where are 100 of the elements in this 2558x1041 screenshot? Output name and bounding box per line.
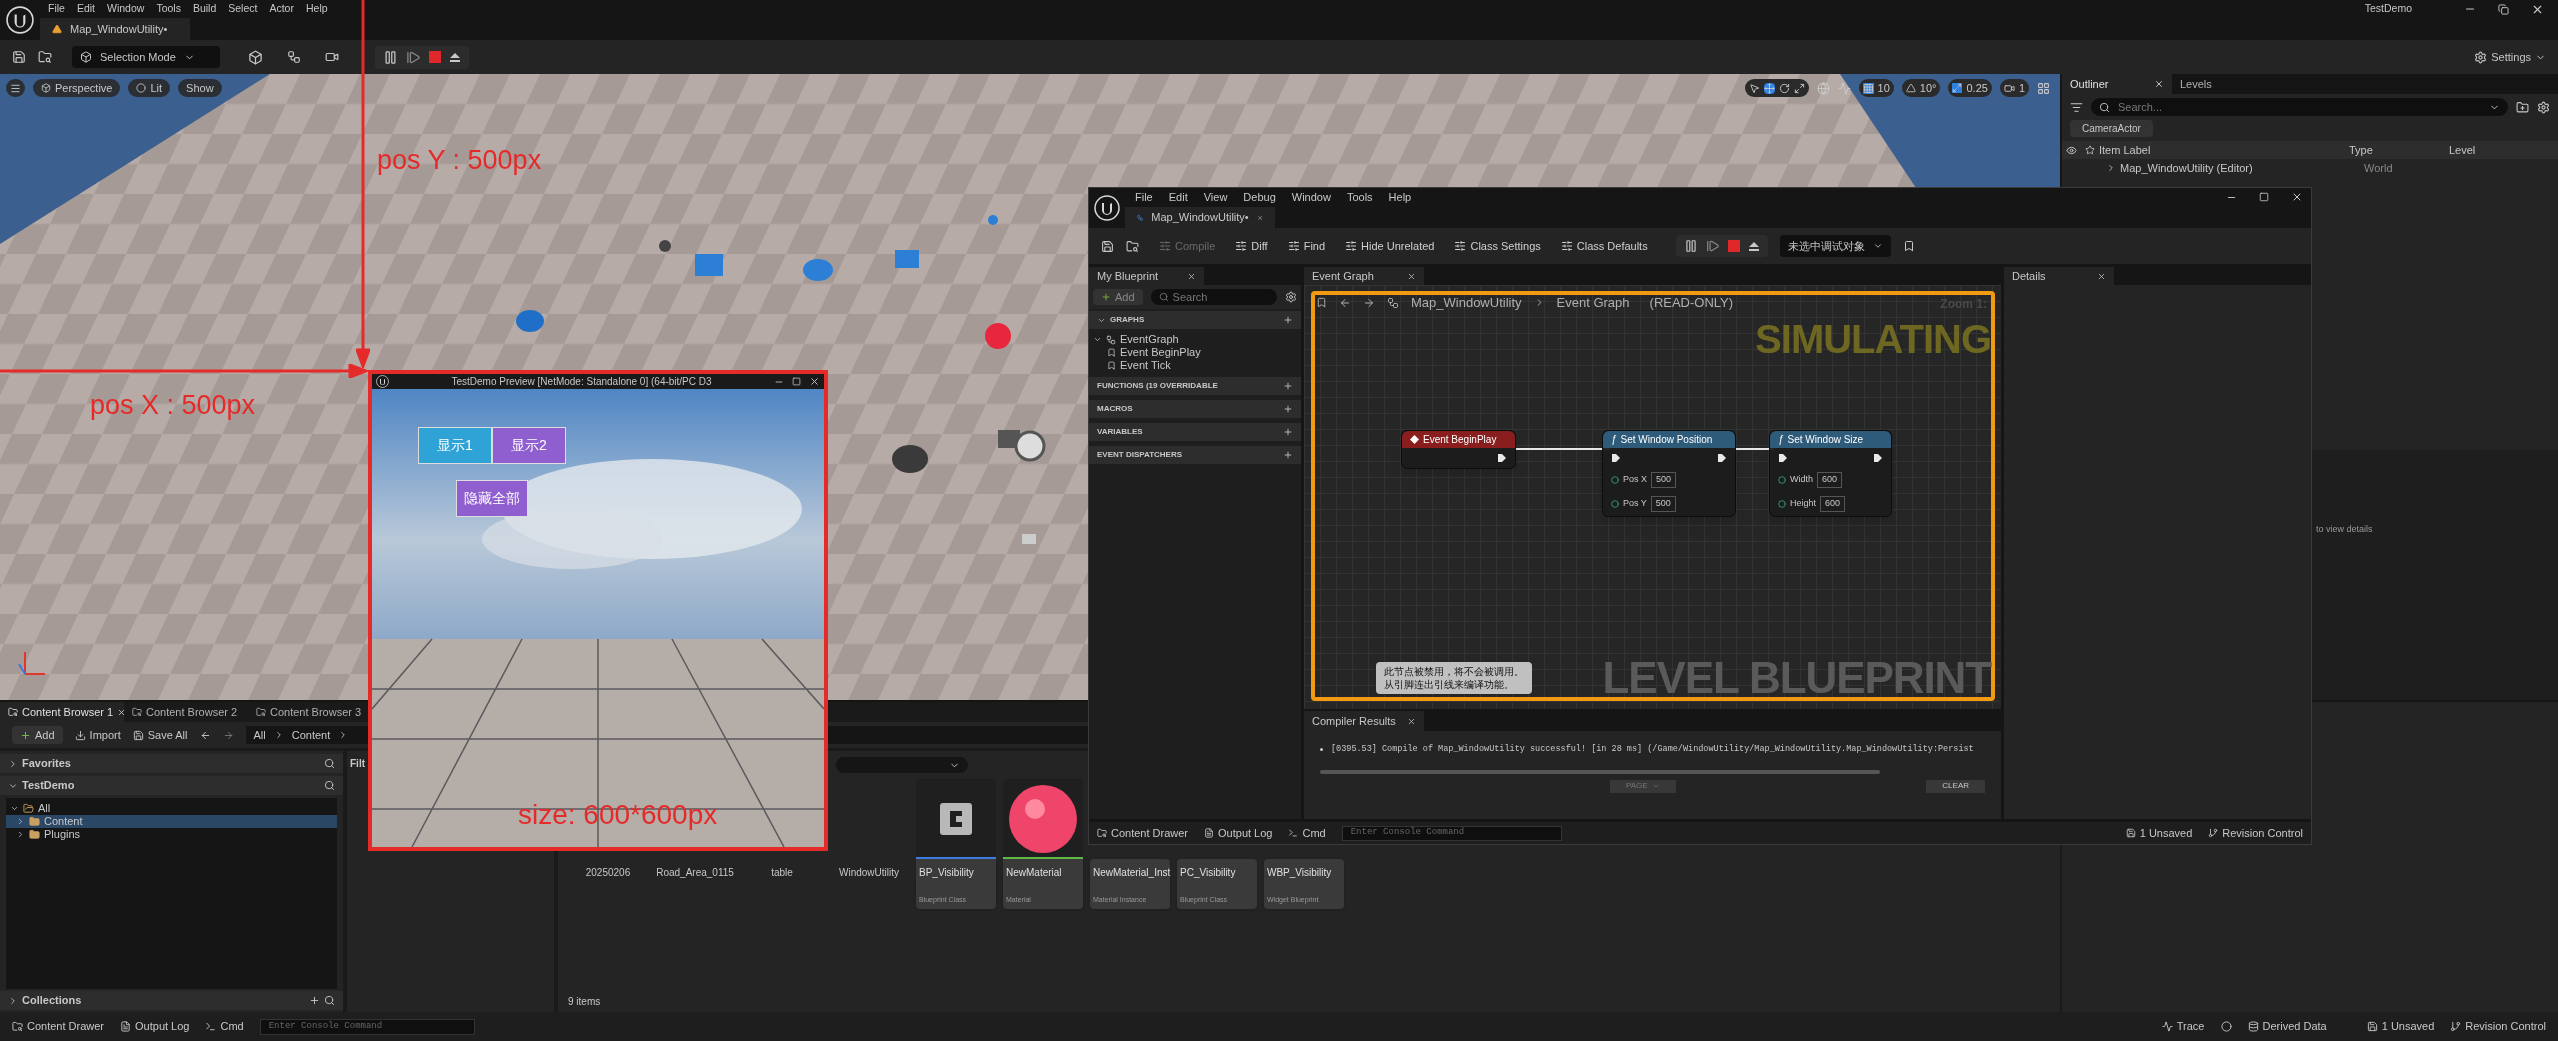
save-icon[interactable]	[1101, 239, 1114, 253]
forward-icon[interactable]	[1363, 296, 1375, 309]
menu-item[interactable]: Edit	[76, 1, 95, 17]
maximize-icon[interactable]	[2259, 192, 2269, 202]
settings-icon[interactable]	[2537, 100, 2550, 114]
breadcrumb-item[interactable]: All	[253, 726, 266, 744]
panel-tab[interactable]: Outliner	[2062, 74, 2172, 94]
step-icon[interactable]	[406, 49, 421, 65]
column-header[interactable]: Item Label	[2099, 141, 2349, 159]
add-actor-icon[interactable]	[248, 49, 263, 65]
toolbar-button[interactable]: Find	[1287, 237, 1326, 255]
pin-value-field[interactable]: 600	[1820, 496, 1846, 512]
surface-snap-icon[interactable]	[1837, 81, 1851, 95]
menu-item[interactable]: Window	[107, 1, 145, 17]
maximize-icon[interactable]	[792, 377, 801, 386]
viewport-button[interactable]: Lit	[128, 79, 171, 97]
blueprint-icon[interactable]	[287, 50, 301, 64]
pause-icon[interactable]	[1683, 239, 1698, 253]
restore-icon[interactable]	[2498, 3, 2509, 15]
close-icon[interactable]	[2291, 191, 2303, 203]
output-log-button[interactable]: Output Log	[1204, 824, 1273, 842]
filter-icon[interactable]	[2070, 100, 2083, 114]
rotate-icon[interactable]	[1778, 82, 1790, 94]
section-header[interactable]: TestDemo	[0, 776, 343, 795]
toolbar-button[interactable]: Class Defaults	[1560, 237, 1648, 255]
debug-icon[interactable]	[1902, 240, 1915, 252]
menu-item[interactable]: Tools	[156, 1, 181, 17]
toolbar-button[interactable]: Class Settings	[1454, 237, 1541, 255]
mode-dropdown[interactable]: Selection Mode	[72, 46, 220, 68]
pin-value-field[interactable]: 600	[1817, 472, 1843, 488]
menu-item[interactable]: Help	[305, 1, 328, 17]
filter-chip[interactable]: CameraActor	[2070, 120, 2153, 137]
add-button[interactable]: Add	[12, 726, 63, 744]
panel-tab[interactable]: Details	[2004, 267, 2114, 285]
folder-name[interactable]: table	[742, 865, 822, 880]
move-icon[interactable]	[1763, 82, 1775, 94]
unsaved-button[interactable]: 1 Unsaved	[2125, 824, 2193, 842]
section-header[interactable]: FUNCTIONS (19 OVERRIDABLE	[1089, 377, 1301, 395]
output-log-button[interactable]: Output Log	[120, 1018, 190, 1035]
back-icon[interactable]	[1339, 296, 1351, 309]
graph-path-item[interactable]: Map_WindowUtility	[1411, 293, 1522, 313]
search-field[interactable]: Search	[1150, 289, 1277, 305]
outliner-item[interactable]: Map_WindowUtility (Editor)	[2120, 159, 2364, 177]
cmd-button[interactable]: Cmd	[1288, 824, 1326, 842]
clear-button[interactable]: CLEAR	[1926, 779, 1985, 793]
section-header[interactable]: MACROS	[1089, 400, 1301, 418]
browse-icon[interactable]	[1126, 239, 1139, 253]
unsaved-button[interactable]: 1 Unsaved	[2366, 1018, 2435, 1035]
asset-filter-field[interactable]	[836, 757, 968, 773]
menu-item[interactable]: Actor	[269, 1, 294, 17]
section-header[interactable]: VARIABLES	[1089, 423, 1301, 441]
close-icon[interactable]	[809, 376, 820, 387]
panel-tab[interactable]: Compiler Results	[1304, 711, 1424, 731]
graph-node[interactable]: Event BeginPlay	[1401, 430, 1516, 469]
back-icon[interactable]	[199, 729, 211, 741]
menu-item[interactable]: File	[1135, 188, 1153, 206]
add-folder-icon[interactable]	[2516, 100, 2529, 114]
trace-button[interactable]: Trace	[2161, 1018, 2205, 1035]
pin-value-field[interactable]: 500	[1651, 472, 1677, 488]
level-tab[interactable]: Map_WindowUtility•	[40, 18, 190, 40]
menu-item[interactable]: Tools	[1346, 188, 1373, 206]
asset-thumbnail[interactable]	[1003, 779, 1083, 859]
add-button[interactable]: Add	[1093, 289, 1143, 305]
cinematics-icon[interactable]	[325, 50, 339, 64]
content-browser-tab[interactable]: Content Browser 3	[248, 702, 372, 722]
graph-node[interactable]: ƒ Set Window Size Width 600 Height 600	[1769, 430, 1892, 517]
folder-name[interactable]: WindowUtility	[829, 865, 909, 880]
menu-item[interactable]: View	[1203, 188, 1228, 206]
folder-name[interactable]: Road_Area_0115	[655, 865, 735, 880]
menu-item[interactable]: Edit	[1168, 188, 1188, 206]
blueprint-tab[interactable]: Map_WindowUtility•	[1125, 207, 1275, 228]
revision-control-button[interactable]: Revision Control	[2450, 1018, 2546, 1035]
content-browser-tab[interactable]: Content Browser 1	[0, 702, 124, 722]
panel-tab[interactable]: My Blueprint	[1089, 267, 1204, 285]
record-icon[interactable]	[2220, 1021, 2232, 1032]
bookmark-icon[interactable]	[1316, 297, 1327, 309]
collections-header[interactable]: Collections	[0, 991, 343, 1010]
viewport-button[interactable]: Perspective	[33, 79, 121, 97]
cmd-button[interactable]: Cmd	[205, 1018, 244, 1035]
stop-button[interactable]	[1727, 240, 1740, 252]
panel-tab[interactable]: Levels	[2172, 74, 2282, 94]
menu-item[interactable]: Build	[192, 1, 217, 17]
settings-button[interactable]: Settings	[2474, 48, 2546, 66]
graph-node[interactable]: ƒ Set Window Position Pos X 500 Pos Y 500	[1602, 430, 1736, 517]
tree-item[interactable]: Content	[6, 815, 337, 828]
search-field[interactable]: Search...	[2091, 98, 2508, 116]
browse-icon[interactable]	[38, 50, 52, 64]
eject-icon[interactable]	[1747, 240, 1760, 252]
column-header[interactable]: Type	[2349, 141, 2449, 159]
menu-item[interactable]: Window	[1291, 188, 1331, 206]
graph-tab[interactable]: Event Graph	[1304, 267, 1424, 285]
content-drawer-button[interactable]: Content Drawer	[1097, 824, 1189, 842]
menu-item[interactable]: Help	[1388, 188, 1412, 206]
save-all-button[interactable]: Save All	[132, 726, 188, 744]
folder-name[interactable]: 20250206	[568, 865, 648, 880]
menu-item[interactable]: Select	[228, 1, 258, 17]
tree-item[interactable]: Plugins	[6, 828, 337, 841]
toolbar-button[interactable]: Diff	[1235, 237, 1268, 255]
game-button[interactable]: 显示2	[492, 427, 566, 464]
menu-item[interactable]: File	[48, 1, 65, 17]
